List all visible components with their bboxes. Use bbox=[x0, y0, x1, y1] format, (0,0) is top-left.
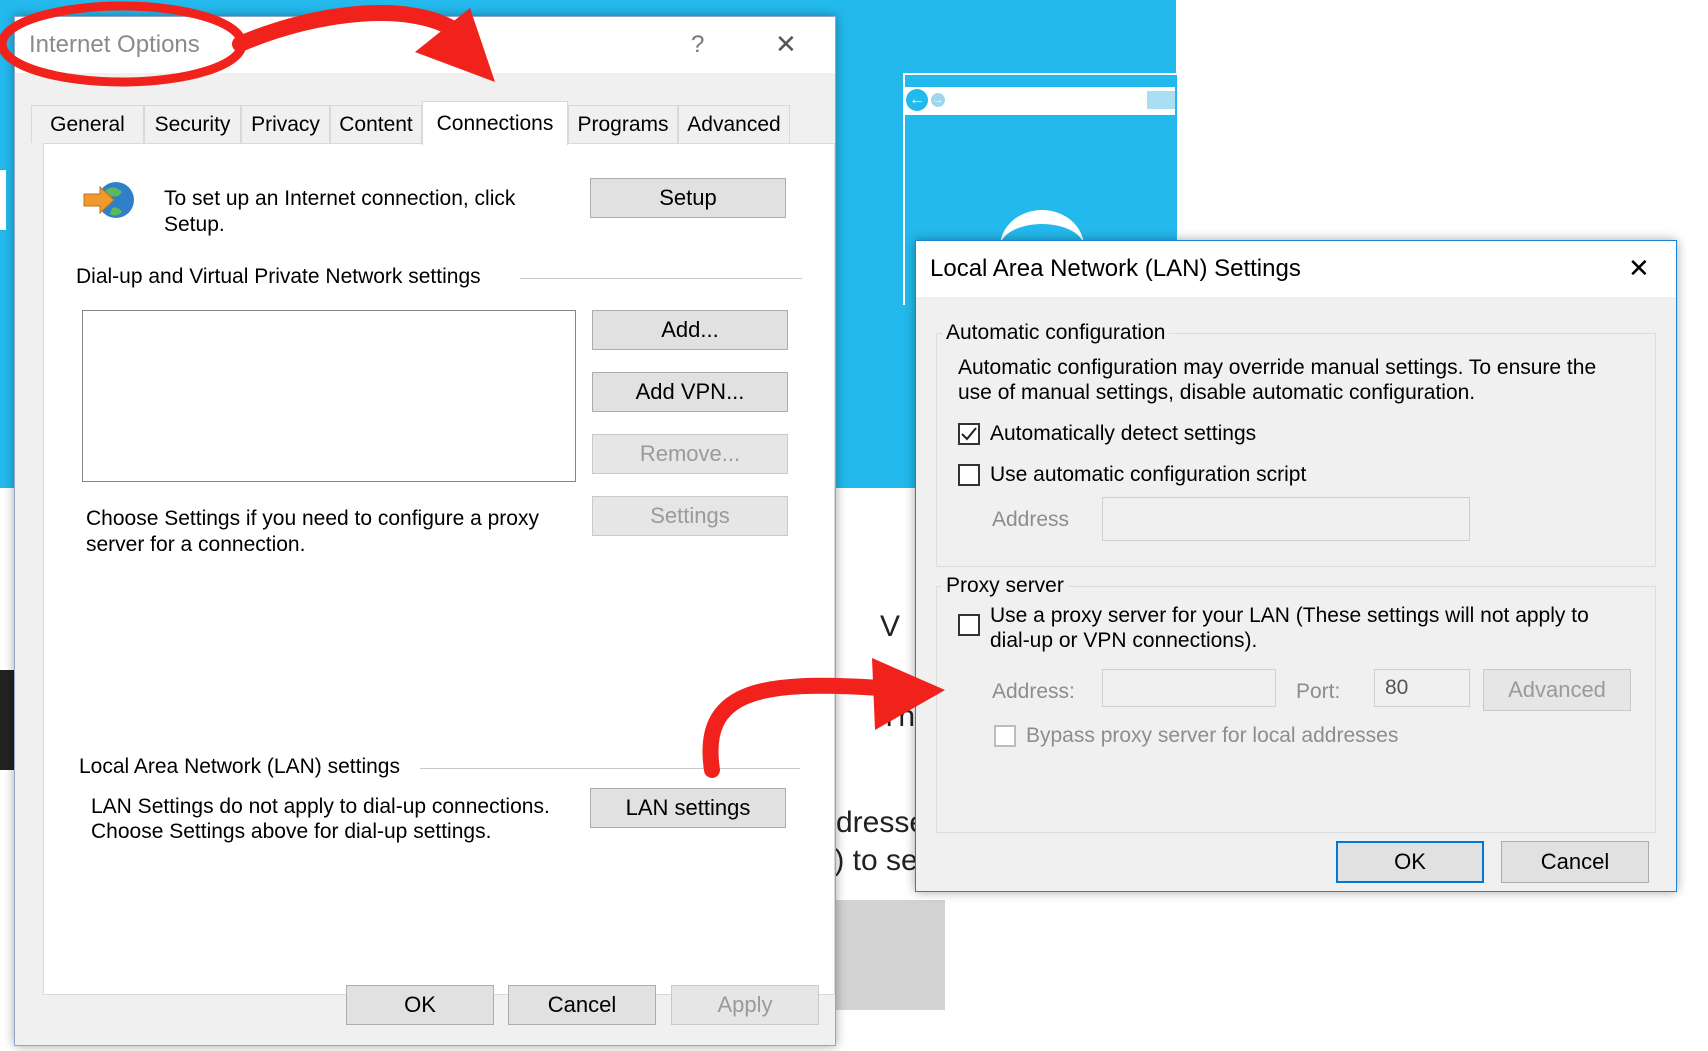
lan-divider bbox=[420, 768, 800, 769]
tab-content[interactable]: Content bbox=[330, 105, 422, 143]
lan-close-icon[interactable]: ✕ bbox=[1628, 253, 1650, 284]
internet-options-title: Internet Options bbox=[29, 31, 200, 58]
settings-button[interactable]: Settings bbox=[592, 496, 788, 536]
tab-connections[interactable]: Connections bbox=[422, 101, 568, 145]
lan-settings-button[interactable]: LAN settings bbox=[590, 788, 786, 828]
auto-script-address-label: Address bbox=[992, 508, 1070, 531]
bypass-local-label[interactable]: Bypass proxy server for local addresses bbox=[1026, 723, 1398, 749]
proxy-server-heading: Proxy server bbox=[942, 573, 1068, 599]
ok-button[interactable]: OK bbox=[346, 985, 494, 1025]
forward-arrow-icon: → bbox=[931, 93, 945, 107]
lan-description-line-2: Choose Settings above for dial-up settin… bbox=[91, 820, 492, 843]
remove-button[interactable]: Remove... bbox=[592, 434, 788, 474]
auto-config-description-line-2: use of manual settings, disable automati… bbox=[958, 381, 1476, 404]
auto-script-checkbox[interactable] bbox=[958, 464, 980, 486]
tab-programs[interactable]: Programs bbox=[568, 105, 678, 143]
internet-options-titlebar: Internet Options ? ✕ bbox=[15, 17, 835, 73]
lan-ok-button[interactable]: OK bbox=[1336, 841, 1484, 883]
back-arrow-icon: ← bbox=[906, 89, 928, 111]
setup-button[interactable]: Setup bbox=[590, 178, 786, 218]
lan-settings-title: Local Area Network (LAN) Settings bbox=[930, 255, 1301, 282]
lan-settings-heading: Local Area Network (LAN) settings bbox=[79, 755, 400, 778]
connections-list[interactable] bbox=[82, 310, 576, 482]
background-gray-panel bbox=[835, 900, 945, 1010]
lan-description-line-1: LAN Settings do not apply to dial-up con… bbox=[91, 795, 550, 818]
tab-privacy[interactable]: Privacy bbox=[241, 105, 330, 143]
proxy-advanced-button[interactable]: Advanced bbox=[1483, 669, 1631, 711]
auto-script-label[interactable]: Use automatic configuration script bbox=[990, 462, 1306, 488]
auto-detect-label[interactable]: Automatically detect settings bbox=[990, 421, 1256, 447]
auto-config-description-line-1: Automatic configuration may override man… bbox=[958, 356, 1597, 379]
background-glyph-fragment bbox=[0, 170, 6, 230]
add-button[interactable]: Add... bbox=[592, 310, 788, 350]
lan-cancel-button[interactable]: Cancel bbox=[1501, 841, 1649, 883]
dialup-divider bbox=[520, 278, 802, 279]
checkmark-icon bbox=[961, 427, 977, 441]
use-proxy-checkbox[interactable] bbox=[958, 614, 980, 636]
auto-script-address-input[interactable] bbox=[1102, 497, 1470, 541]
auto-detect-checkbox[interactable] bbox=[958, 423, 980, 445]
background-text-to-se: ;) to se bbox=[826, 844, 918, 877]
proxy-address-label: Address: bbox=[992, 680, 1075, 703]
use-proxy-label-line-2[interactable]: dial-up or VPN connections). bbox=[990, 628, 1257, 654]
background-text-th: Th bbox=[880, 700, 916, 733]
port-input[interactable]: 80 bbox=[1374, 669, 1470, 707]
proxy-address-input[interactable] bbox=[1102, 669, 1276, 707]
background-browser-toolbar: ← → bbox=[903, 87, 1175, 115]
connections-panel: To set up an Internet connection, click … bbox=[43, 143, 835, 995]
dialup-vpn-heading: Dial-up and Virtual Private Network sett… bbox=[76, 265, 481, 288]
cancel-button[interactable]: Cancel bbox=[508, 985, 656, 1025]
add-vpn-button[interactable]: Add VPN... bbox=[592, 372, 788, 412]
apply-button[interactable]: Apply bbox=[671, 985, 819, 1025]
internet-options-dialog: Internet Options ? ✕ General Security Pr… bbox=[14, 16, 836, 1046]
background-text-v: V bbox=[880, 610, 901, 643]
proxy-description: Choose Settings if you need to configure… bbox=[86, 507, 539, 556]
tab-advanced[interactable]: Advanced bbox=[678, 105, 790, 143]
port-label: Port: bbox=[1296, 680, 1341, 703]
automatic-configuration-heading: Automatic configuration bbox=[942, 320, 1170, 346]
background-browser-url-bar bbox=[1147, 91, 1175, 109]
setup-description: To set up an Internet connection, click … bbox=[164, 187, 516, 236]
lan-settings-titlebar: Local Area Network (LAN) Settings ✕ bbox=[916, 241, 1676, 297]
tab-general[interactable]: General bbox=[31, 105, 144, 143]
close-icon[interactable]: ✕ bbox=[775, 29, 797, 60]
tab-security[interactable]: Security bbox=[144, 105, 241, 143]
bypass-local-checkbox[interactable] bbox=[994, 725, 1016, 747]
background-text-dresse: dresse bbox=[836, 806, 927, 839]
network-globe-icon bbox=[82, 178, 138, 224]
help-icon[interactable]: ? bbox=[691, 31, 704, 59]
use-proxy-label-line-1[interactable]: Use a proxy server for your LAN (These s… bbox=[990, 603, 1589, 629]
lan-settings-dialog: Local Area Network (LAN) Settings ✕ Auto… bbox=[915, 240, 1677, 892]
